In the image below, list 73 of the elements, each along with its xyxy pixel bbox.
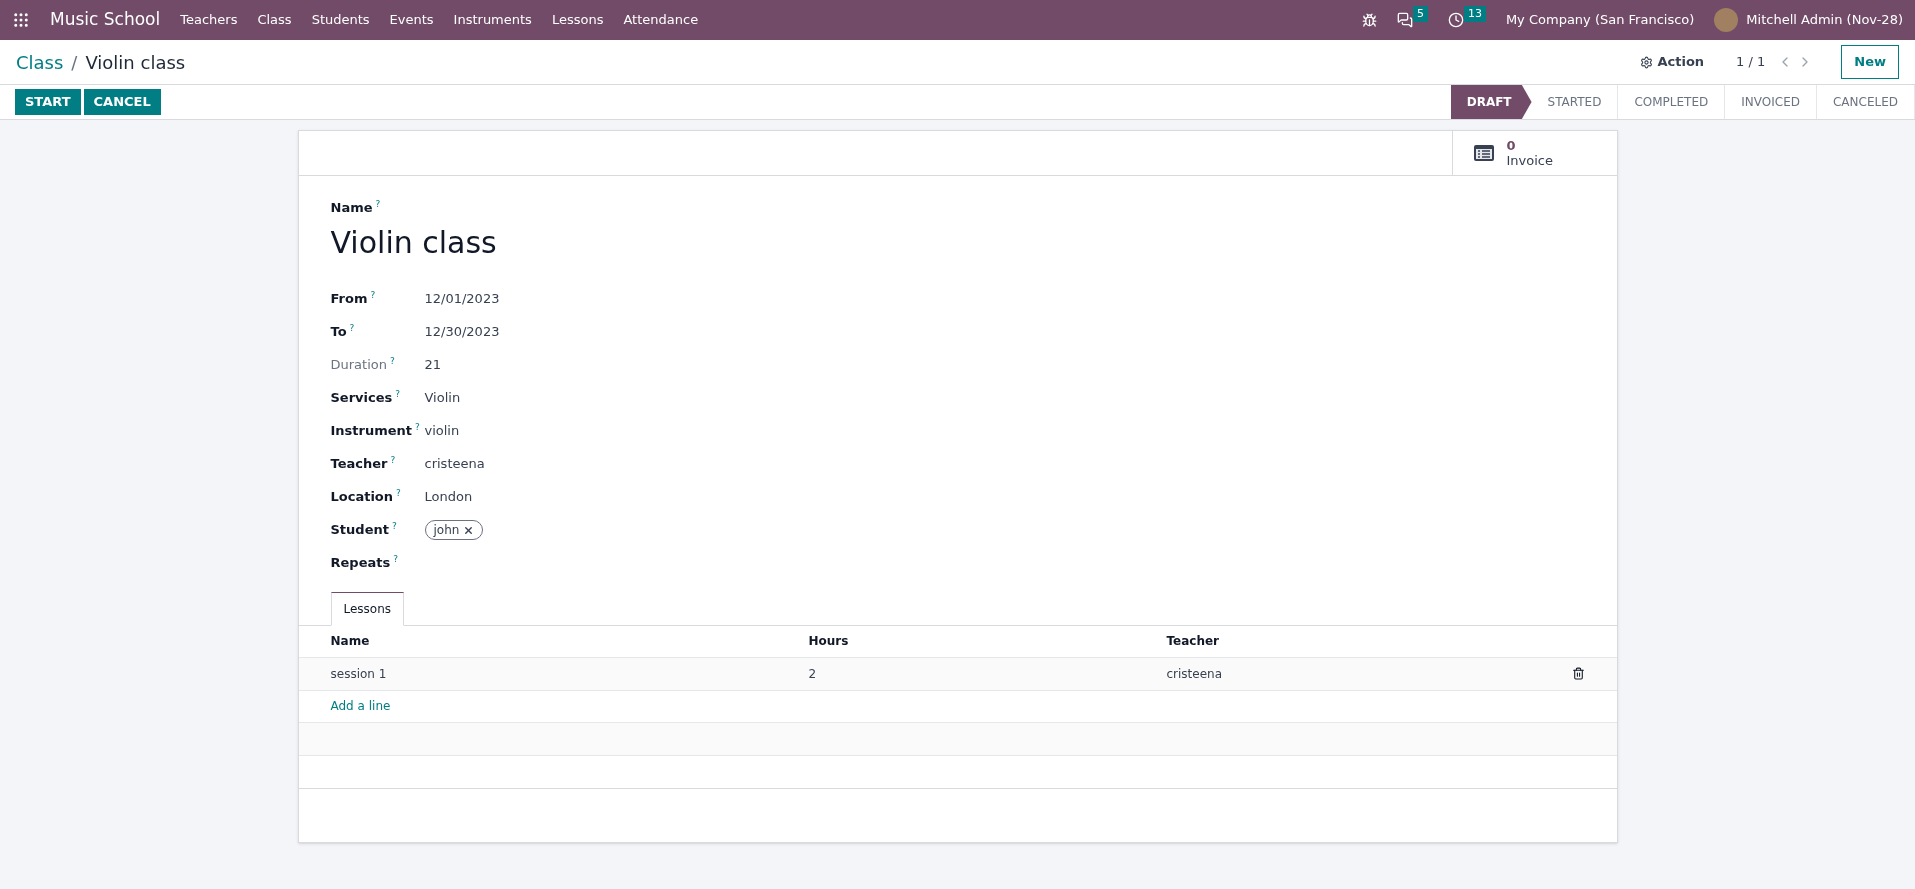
name-value[interactable]: Violin class — [330, 219, 1585, 265]
menu-item[interactable]: Events — [389, 10, 434, 30]
help-mark[interactable]: ? — [349, 322, 355, 336]
table-row[interactable]: session 1 2 cristeena — [298, 657, 1617, 691]
activities-count: 13 — [1463, 5, 1486, 23]
status-step[interactable]: INVOICED — [1725, 85, 1817, 119]
breadcrumb-current: Violin class — [85, 50, 186, 75]
settings-icon — [1640, 55, 1654, 69]
help-mark[interactable]: ? — [395, 388, 401, 402]
pager-value: 1 / 1 — [1736, 53, 1766, 72]
column-header[interactable]: Name — [330, 632, 809, 650]
field-label: Teacher — [330, 455, 388, 474]
add-line-link[interactable]: Add a line — [330, 697, 391, 715]
table-cell-text: cristeena — [1166, 665, 1224, 683]
menu-item[interactable]: Lessons — [551, 10, 604, 30]
table-cell-text: session 1 — [330, 665, 388, 683]
field-value[interactable]: 12/01/2023 — [424, 289, 500, 309]
help-mark[interactable]: ? — [391, 520, 397, 534]
field-value[interactable]: violin — [424, 421, 460, 441]
menu-item[interactable]: Attendance — [623, 10, 699, 30]
action-button[interactable]: Action — [1640, 52, 1705, 72]
activities-icon[interactable] — [1447, 12, 1464, 28]
help-mark[interactable]: ? — [396, 487, 401, 501]
field-label: Name — [330, 199, 373, 217]
table-cell-text: 2 — [808, 665, 818, 683]
help-mark[interactable]: ? — [393, 553, 398, 567]
remove-icon[interactable] — [463, 524, 475, 536]
messages-icon[interactable] — [1396, 12, 1413, 28]
field-label: Repeats — [330, 554, 391, 573]
help-mark[interactable]: ? — [390, 454, 396, 468]
apps-menu-icon[interactable] — [12, 11, 30, 29]
header-button[interactable]: START — [15, 89, 81, 115]
breadcrumb-link[interactable]: Class — [16, 48, 64, 76]
list-icon — [1472, 144, 1495, 162]
field-value[interactable]: Violin — [424, 388, 461, 408]
field-value: 21 — [424, 356, 442, 375]
field-label: Instrument — [330, 422, 413, 441]
field-value[interactable]: 12/30/2023 — [424, 322, 500, 342]
invoice-stat-button[interactable]: 0 Invoice — [1451, 131, 1617, 175]
field-label: Student — [330, 521, 389, 540]
delete-icon[interactable] — [1571, 667, 1585, 680]
help-mark[interactable]: ? — [370, 289, 376, 303]
header-button[interactable]: CANCEL — [83, 89, 161, 115]
notebook-tab[interactable]: Lessons — [330, 591, 405, 626]
menu-item[interactable]: Teachers — [180, 10, 238, 30]
status-step[interactable]: COMPLETED — [1618, 85, 1726, 119]
menu-item[interactable]: Class — [257, 10, 292, 30]
field-label: Services — [330, 389, 393, 408]
messages-count: 5 — [1412, 5, 1428, 23]
field-value[interactable]: cristeena — [424, 454, 485, 474]
help-mark[interactable]: ? — [389, 355, 395, 369]
company-switcher[interactable]: My Company (San Francisco) — [1505, 10, 1695, 30]
user-menu[interactable]: Mitchell Admin (Nov-28) — [1746, 10, 1903, 30]
new-button[interactable]: New — [1841, 45, 1899, 79]
invoice-count: 0 — [1506, 138, 1516, 153]
debug-icon[interactable] — [1361, 12, 1377, 28]
status-step[interactable]: DRAFT — [1450, 85, 1532, 119]
menu-item[interactable]: Students — [311, 10, 370, 30]
invoice-label: Invoice — [1506, 153, 1553, 168]
menu-item[interactable]: Instruments — [453, 10, 532, 30]
help-mark[interactable]: ? — [375, 198, 381, 212]
field-label: From — [330, 290, 368, 309]
app-name[interactable]: Music School — [50, 7, 161, 33]
help-mark[interactable]: ? — [415, 421, 420, 435]
field-label: To — [330, 323, 347, 342]
column-header[interactable]: Hours — [808, 632, 1167, 650]
status-step[interactable]: CANCELED — [1816, 85, 1915, 119]
field-value[interactable]: London — [424, 487, 473, 507]
field-label: Location — [330, 488, 394, 507]
field-label: Duration — [330, 356, 387, 375]
status-step[interactable]: STARTED — [1531, 85, 1619, 119]
breadcrumb-separator: / — [71, 50, 78, 75]
column-header[interactable]: Teacher — [1166, 632, 1585, 650]
